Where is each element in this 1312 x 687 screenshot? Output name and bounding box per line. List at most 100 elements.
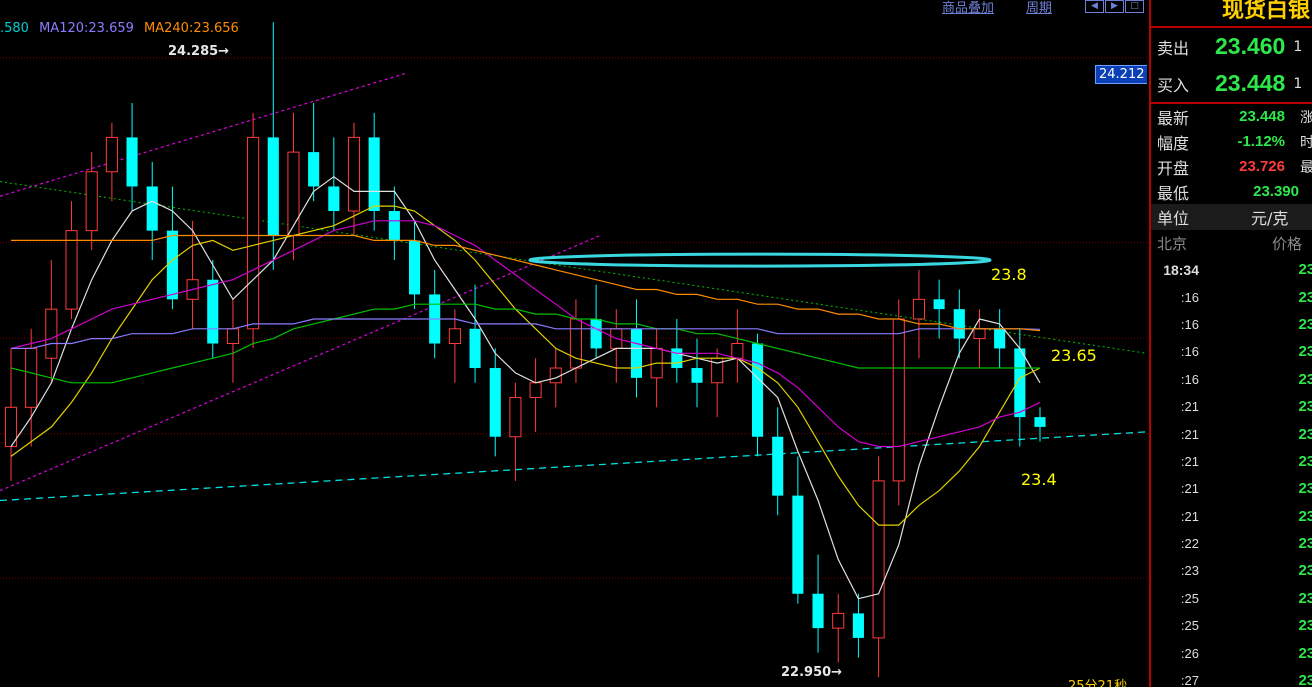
tick-row[interactable]: :16 23.45 — [1151, 311, 1312, 338]
tick-row[interactable]: :27 23.45 — [1151, 667, 1312, 687]
tick-row[interactable]: :25 23.45 — [1151, 612, 1312, 639]
stats-list: 最新 23.448 涨幅度 -1.12% 时开盘 23.726 最最低 23.390 — [1151, 104, 1312, 204]
tick-time: :21 — [1180, 453, 1199, 469]
fullscreen-icon[interactable]: □ — [1125, 0, 1144, 13]
tick-row[interactable]: :21 23.45 — [1151, 420, 1312, 447]
stat-label: 最新 — [1157, 108, 1190, 128]
sell-label: 卖出 — [1157, 38, 1190, 58]
buy-row[interactable]: 买入 23.448 1 — [1151, 65, 1312, 102]
tick-price: 23.45 — [1298, 261, 1312, 279]
candle-body — [953, 309, 965, 339]
overlay-link[interactable]: 商品叠加 — [942, 0, 994, 16]
candle-body — [509, 396, 522, 438]
candle-body — [146, 186, 158, 231]
candle-body — [105, 136, 118, 173]
tick-price: 23.45 — [1298, 315, 1312, 333]
tick-time: :21 — [1180, 481, 1199, 497]
candle-body — [408, 240, 421, 295]
tick-time: :21 — [1180, 399, 1199, 415]
unit-label: 单位 — [1157, 209, 1190, 228]
tick-price: 23.45 — [1298, 562, 1312, 580]
countdown-timer: 25分21秒 — [1068, 679, 1128, 687]
tick-price: 23.45 — [1298, 343, 1312, 361]
tick-row[interactable]: 18:34 23.45 — [1151, 256, 1312, 283]
tick-time: :23 — [1180, 563, 1199, 579]
tick-row[interactable]: :16 23.45 — [1151, 366, 1312, 393]
stat-extra: 涨 — [1300, 107, 1312, 127]
tick-price: 23.45 — [1298, 507, 1312, 525]
stat-label: 最低 — [1157, 183, 1190, 203]
tick-list[interactable]: 18:34 23.45:16 23.44:16 23.45:16 23.45:16 23.… — [1151, 256, 1312, 687]
buy-extra: 1 — [1293, 75, 1303, 92]
sell-row[interactable]: 卖出 23.460 1 — [1151, 28, 1312, 65]
candle-body — [630, 328, 643, 378]
candle-body — [267, 137, 279, 236]
high-label: 24.285→ — [168, 44, 230, 59]
unit-row: 单位 元/克 — [1151, 204, 1312, 230]
tick-price: 23.44 — [1298, 480, 1312, 498]
next-icon[interactable]: ▶ — [1105, 0, 1124, 13]
candle-body — [226, 328, 239, 344]
period-link[interactable]: 周期 — [1026, 0, 1052, 16]
current-price-tag: 24.212 — [1095, 65, 1147, 84]
tick-time: :16 — [1180, 289, 1199, 305]
tick-row[interactable]: :25 23.44 — [1151, 585, 1312, 612]
tick-time: :25 — [1180, 618, 1199, 634]
candle-body — [388, 211, 400, 241]
candle-body — [45, 308, 58, 359]
candle-body — [569, 318, 582, 369]
candle-body — [832, 612, 845, 629]
candle-body — [1034, 417, 1046, 427]
tick-row[interactable]: :21 23.45 — [1151, 503, 1312, 530]
prev-icon[interactable]: ◀ — [1085, 0, 1104, 13]
candle-body — [872, 480, 885, 639]
candle-body — [469, 328, 481, 369]
tick-row[interactable]: :21 23.45 — [1151, 448, 1312, 475]
candle-body — [308, 152, 320, 187]
level-23-4-label: 23.4 — [1021, 470, 1057, 489]
ma-line — [10, 175, 1041, 600]
tick-row[interactable]: :16 23.44 — [1151, 283, 1312, 310]
candle-body — [852, 613, 864, 638]
tick-time: :26 — [1180, 645, 1199, 661]
stat-label: 幅度 — [1157, 133, 1190, 153]
stat-value: 23.448 — [1239, 108, 1285, 125]
tick-row[interactable]: :26 23.45 — [1151, 639, 1312, 666]
tick-row[interactable]: :21 23.45 — [1151, 393, 1312, 420]
candle-body — [892, 318, 905, 482]
candle-body — [691, 368, 703, 383]
tick-time: :21 — [1180, 508, 1199, 524]
tick-row[interactable]: :23 23.45 — [1151, 557, 1312, 584]
tick-row[interactable]: :16 23.45 — [1151, 338, 1312, 365]
stat-row: 最低 23.390 — [1151, 179, 1312, 204]
candle-body — [973, 328, 986, 340]
candle-body — [812, 593, 824, 629]
low-label: 22.950→ — [781, 665, 843, 680]
sell-extra: 1 — [1293, 38, 1303, 55]
candle-body — [994, 328, 1006, 349]
tick-row[interactable]: :21 23.44 — [1151, 475, 1312, 502]
stat-value: 23.726 — [1239, 158, 1285, 175]
stat-value: 23.390 — [1253, 183, 1299, 200]
kline-chart[interactable]: .580 MA120:23.659 MA240:23.656 商品叠加 周期 ◀… — [0, 0, 1147, 687]
candle-body — [368, 137, 380, 212]
tick-price: 23.45 — [1298, 398, 1312, 416]
tick-price: 23.44 — [1298, 288, 1312, 306]
tick-price: 23.45 — [1298, 672, 1312, 687]
candle-body — [912, 298, 925, 320]
candle-body — [126, 137, 138, 187]
tick-header-time: 北京 — [1157, 234, 1188, 253]
candle-body — [25, 347, 38, 408]
ma-legend: .580 MA120:23.659 MA240:23.656 — [0, 21, 245, 36]
buy-price: 23.448 — [1215, 70, 1286, 96]
stat-extra: 最 — [1300, 157, 1312, 177]
tick-row[interactable]: :22 23.45 — [1151, 530, 1312, 557]
candle-body — [529, 382, 542, 398]
channel-upper-line — [0, 73, 406, 197]
candle-body — [287, 151, 300, 237]
tick-header-price: 价格 — [1272, 234, 1303, 253]
buy-label: 买入 — [1157, 75, 1190, 95]
tick-header: 北京 价格 — [1151, 230, 1312, 256]
kline-svg[interactable] — [0, 0, 1147, 687]
support-line — [0, 431, 1147, 502]
